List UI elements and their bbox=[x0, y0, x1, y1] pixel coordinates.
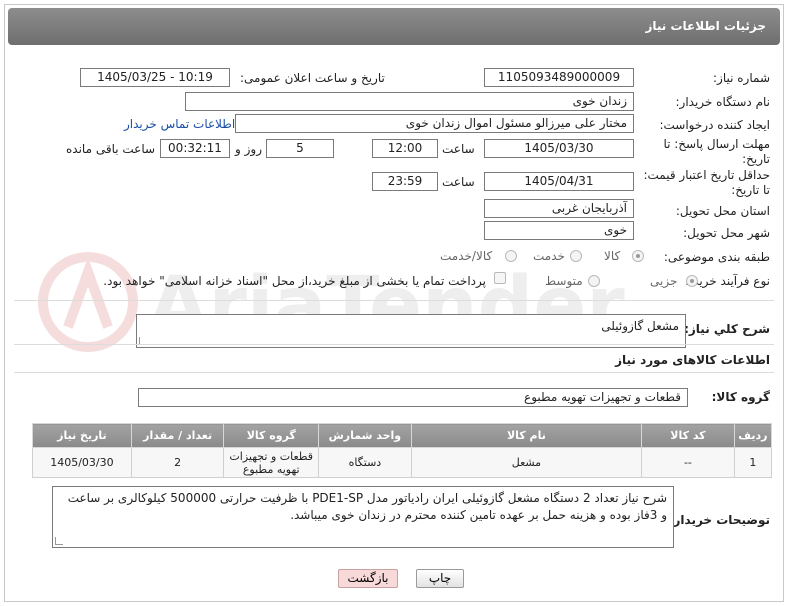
announce-date-label: تاریخ و ساعت اعلان عمومی: bbox=[240, 71, 385, 85]
col-goods-group: گروه کالا bbox=[223, 423, 320, 448]
cell-need-date: 1405/03/30 bbox=[32, 447, 132, 478]
need-number-label: شماره نیاز: bbox=[713, 71, 770, 85]
summary-label: شرح کلي نياز: bbox=[684, 322, 770, 336]
days-label: روز و bbox=[235, 142, 262, 156]
price-validity-date-field: 1405/04/31 bbox=[484, 172, 634, 191]
buyer-org-label: نام دستگاه خریدار: bbox=[675, 95, 771, 109]
remaining-time-field: 00:32:11 bbox=[160, 139, 230, 158]
deadline-date-field: 1405/03/30 bbox=[484, 139, 634, 158]
col-goods-code: کد کالا bbox=[641, 423, 735, 448]
price-validity-time-field: 23:59 bbox=[372, 172, 438, 191]
buyer-notes-text: شرح نیاز تعداد 2 دستگاه مشعل گازوئیلی ای… bbox=[67, 491, 667, 522]
treasury-payment-note: پرداخت تمام یا بخشی از مبلغ خرید،از محل … bbox=[103, 274, 486, 288]
goods-section-title: اطلاعات کالاهای مورد نیاز bbox=[615, 353, 770, 367]
category-label: طبقه بندی موضوعی: bbox=[663, 250, 770, 264]
province-label: استان محل تحویل: bbox=[675, 204, 770, 218]
announce-date-field: 1405/03/25 - 10:19 bbox=[80, 68, 230, 87]
need-number-field: 1105093489000009 bbox=[484, 68, 634, 87]
price-validity-time-label: ساعت bbox=[442, 175, 475, 189]
cell-unit: دستگاه bbox=[318, 447, 412, 478]
divider bbox=[14, 344, 774, 345]
col-quantity: تعداد / مقدار bbox=[130, 423, 225, 448]
summary-textarea[interactable]: مشعل گازوئیلی bbox=[136, 314, 686, 348]
province-field: آذربایجان غربی bbox=[484, 199, 634, 218]
process-medium-label: متوسط bbox=[545, 274, 583, 288]
buyer-contact-link[interactable]: اطلاعات تماس خریدار bbox=[124, 117, 235, 131]
page-title: جزئیات اطلاعات نیاز bbox=[8, 8, 780, 45]
price-validity-label: حداقل تاریخ اعتبار قیمت: bbox=[643, 168, 770, 182]
divider bbox=[14, 372, 774, 373]
col-unit: واحد شمارش bbox=[318, 423, 412, 448]
cell-goods-code: -- bbox=[641, 447, 735, 478]
summary-text: مشعل گازوئیلی bbox=[601, 319, 679, 333]
category-service-radio[interactable] bbox=[570, 250, 582, 262]
resize-handle-icon[interactable] bbox=[55, 537, 63, 545]
deadline-time-label: ساعت bbox=[442, 142, 475, 156]
goods-group-field: قطعات و تجهیزات تهویه مطبوع bbox=[138, 388, 688, 407]
table-row[interactable]: 1 -- مشعل دستگاه قطعات و تجهیزات تهویه م… bbox=[32, 447, 773, 478]
goods-group-label: گروه کالا: bbox=[711, 390, 770, 404]
category-goods-radio[interactable] bbox=[632, 250, 644, 262]
requester-label: ایجاد کننده درخواست: bbox=[659, 118, 770, 132]
cell-goods-name: مشعل bbox=[410, 447, 643, 478]
buyer-notes-textarea[interactable]: شرح نیاز تعداد 2 دستگاه مشعل گازوئیلی ای… bbox=[52, 486, 674, 548]
price-validity-label-date: تا تاریخ: bbox=[731, 183, 770, 197]
city-field: خوی bbox=[484, 221, 634, 240]
remaining-time-label: ساعت باقی مانده bbox=[66, 142, 156, 156]
back-button[interactable]: بازگشت bbox=[338, 569, 398, 588]
buyer-notes-label: توضیحات خریدار: bbox=[668, 513, 770, 527]
divider bbox=[14, 300, 774, 301]
city-label: شهر محل تحویل: bbox=[683, 226, 770, 240]
buyer-org-field: زندان خوی bbox=[185, 92, 634, 111]
category-goods-service-radio[interactable] bbox=[505, 250, 517, 262]
category-goods-label: کالا bbox=[604, 249, 621, 263]
process-medium-radio[interactable] bbox=[588, 275, 600, 287]
print-button[interactable]: چاپ bbox=[416, 569, 464, 588]
cell-goods-group: قطعات و تجهیزات تهویه مطبوع bbox=[223, 447, 320, 478]
requester-field: مختار علی میرزالو مسئول اموال زندان خوی bbox=[235, 114, 634, 133]
col-need-date: تاریخ نیاز bbox=[32, 423, 132, 448]
goods-table: ردیف کد کالا نام کالا واحد شمارش گروه کا… bbox=[32, 423, 773, 478]
table-header-row: ردیف کد کالا نام کالا واحد شمارش گروه کا… bbox=[32, 423, 773, 448]
cell-quantity: 2 bbox=[130, 447, 225, 478]
days-remaining-field: 5 bbox=[266, 139, 334, 158]
treasury-payment-checkbox[interactable] bbox=[494, 272, 506, 284]
col-row-number: ردیف bbox=[733, 423, 773, 448]
cell-row-number: 1 bbox=[733, 447, 773, 478]
category-goods-service-label: کالا/خدمت bbox=[440, 249, 493, 263]
deadline-label: مهلت ارسال پاسخ: تا bbox=[663, 137, 770, 151]
process-minor-label: جزیی bbox=[650, 274, 678, 288]
process-minor-radio[interactable] bbox=[686, 275, 698, 287]
deadline-time-field: 12:00 bbox=[372, 139, 438, 158]
deadline-label-date: تاریخ: bbox=[742, 152, 770, 166]
col-goods-name: نام کالا bbox=[410, 423, 643, 448]
category-service-label: خدمت bbox=[533, 249, 565, 263]
